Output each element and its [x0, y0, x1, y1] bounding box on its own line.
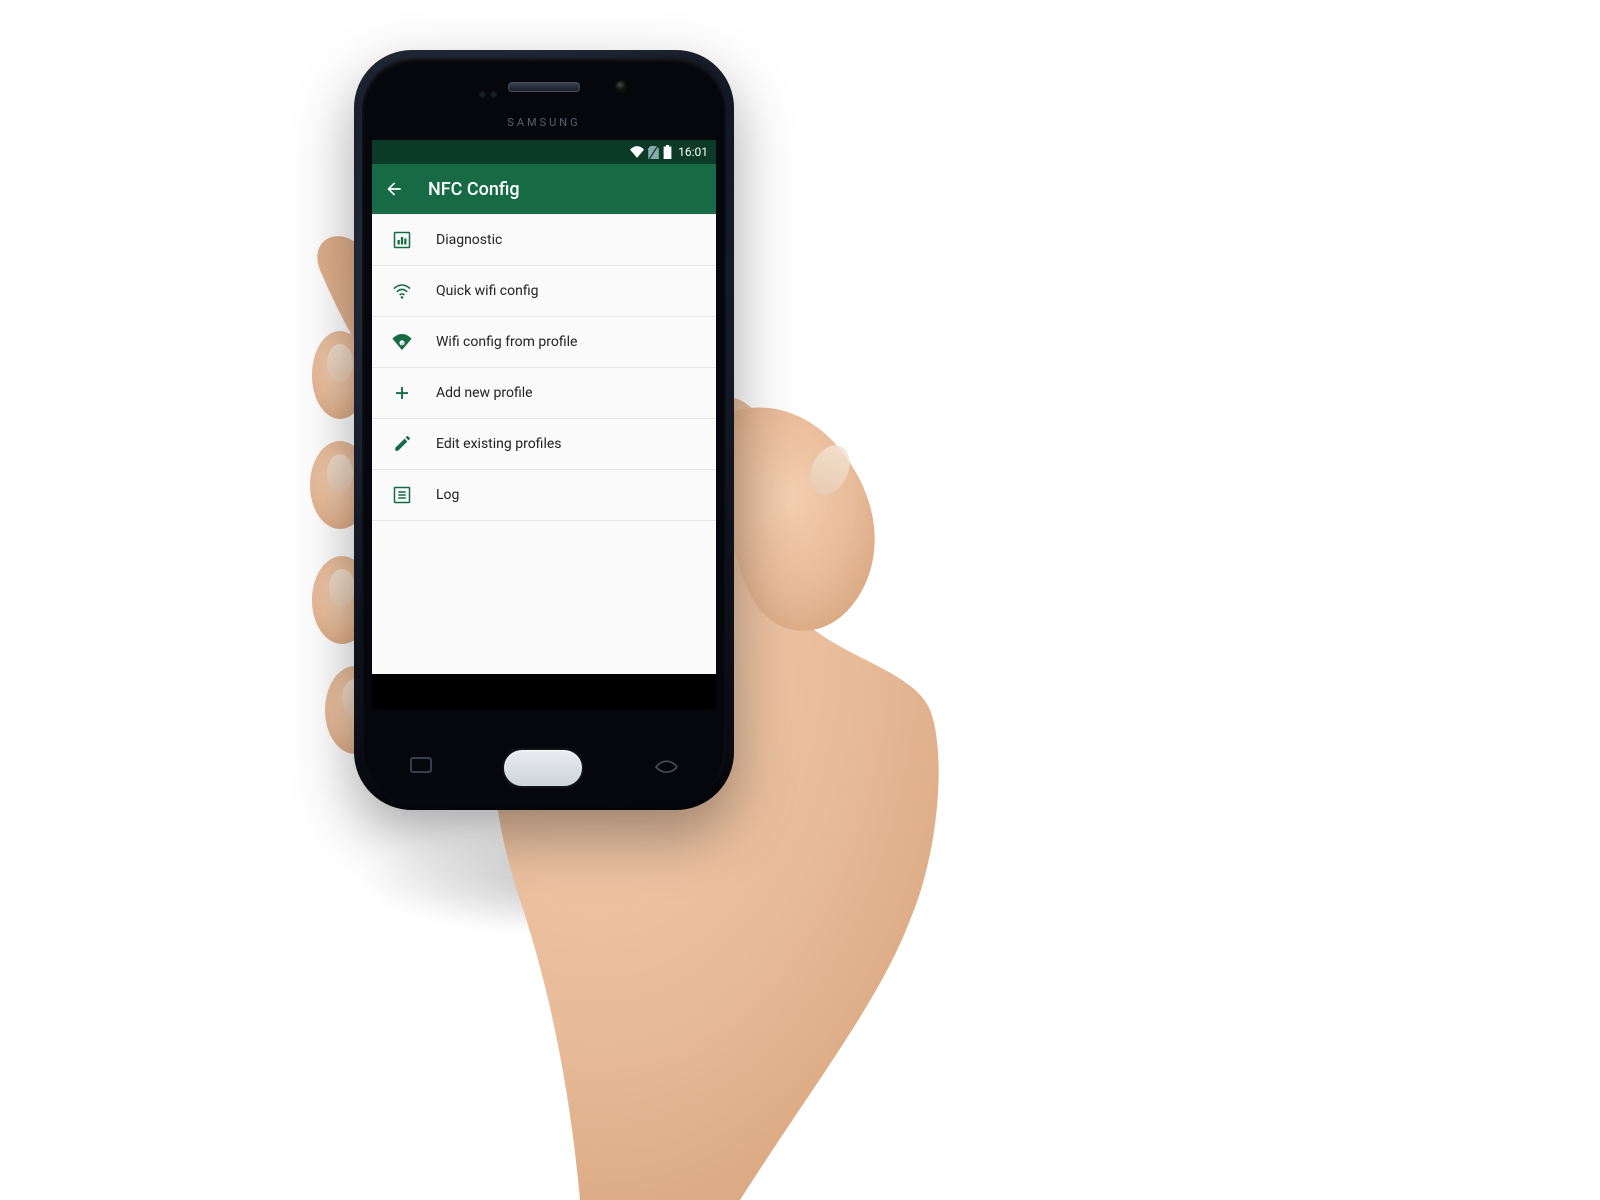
hw-home-button[interactable]: [502, 748, 584, 788]
phone-hw-buttons: [354, 748, 734, 788]
phone-front-camera: [615, 80, 629, 94]
menu-item-log[interactable]: Log: [372, 470, 716, 521]
svg-text:i: i: [401, 341, 402, 346]
status-bar-time: 16:01: [678, 145, 708, 159]
app-bar-title: NFC Config: [428, 179, 520, 200]
menu-item-label: Add new profile: [436, 385, 533, 401]
app-bar: NFC Config: [372, 164, 716, 214]
list-box-icon: [392, 485, 412, 505]
wifi-status-icon: [630, 146, 644, 158]
phone-screen: 16:01 NFC Config Diagnostic: [372, 140, 716, 710]
wifi-outline-icon: [392, 281, 412, 301]
wifi-solid-icon: i: [392, 332, 412, 352]
phone-earpiece: [508, 82, 580, 92]
hw-recent-button[interactable]: [410, 756, 432, 781]
no-sim-icon: [648, 146, 659, 159]
chart-box-icon: [392, 230, 412, 250]
plus-icon: [392, 383, 412, 403]
menu-item-label: Edit existing profiles: [436, 436, 562, 452]
menu-item-label: Log: [436, 487, 459, 503]
battery-icon: [663, 145, 672, 159]
main-menu-list: Diagnostic Quick wifi config i Wifi conf…: [372, 214, 716, 521]
menu-item-quick-wifi[interactable]: Quick wifi config: [372, 266, 716, 317]
menu-item-label: Quick wifi config: [436, 283, 538, 299]
phone-shadow: [340, 820, 860, 940]
phone-mockup: SAMSUNG 16:01 NFC Config: [354, 50, 734, 810]
phone-sensors: [479, 83, 501, 102]
menu-item-label: Wifi config from profile: [436, 334, 577, 350]
back-button[interactable]: [384, 179, 404, 199]
phone-brand-label: SAMSUNG: [507, 116, 580, 129]
menu-item-add-profile[interactable]: Add new profile: [372, 368, 716, 419]
hw-back-button[interactable]: [654, 756, 678, 781]
menu-item-label: Diagnostic: [436, 232, 502, 248]
android-nav-bar: [372, 674, 716, 710]
android-status-bar: 16:01: [372, 140, 716, 164]
menu-item-diagnostic[interactable]: Diagnostic: [372, 214, 716, 266]
arrow-left-icon: [384, 179, 404, 199]
menu-item-edit-profiles[interactable]: Edit existing profiles: [372, 419, 716, 470]
pencil-icon: [392, 434, 412, 454]
menu-item-wifi-profile[interactable]: i Wifi config from profile: [372, 317, 716, 368]
